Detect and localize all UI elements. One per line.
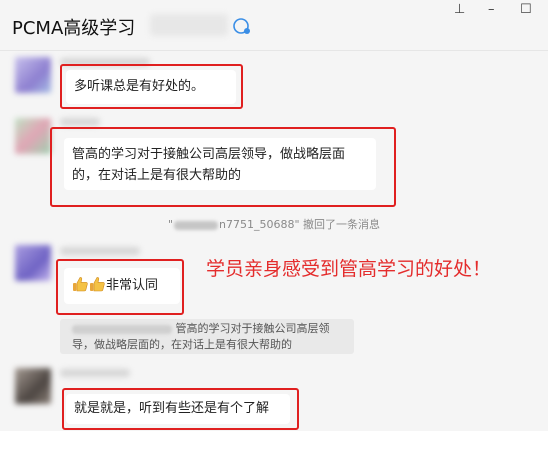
pin-window-icon[interactable]: ⊥ — [454, 2, 465, 18]
recall-user-id: n7751_50688" — [219, 218, 300, 231]
recall-notice: " n7751_50688" 撤回了一条消息 — [0, 216, 548, 232]
annotation-text: 学员亲身感受到管高学习的好处！ — [206, 258, 492, 280]
quote-sender-redaction — [72, 324, 172, 334]
quoted-message[interactable]: 管高的学习对于接触公司高层领导，做战略层面的，在对话上是有很大帮助的 — [60, 319, 354, 354]
maximize-window-icon[interactable]: ☐ — [520, 2, 532, 18]
chat-header: PCMA高级学习 ⊥ – ☐ — [0, 0, 548, 51]
sender-name-redaction — [60, 247, 140, 255]
recall-quote-mark: " — [167, 218, 174, 231]
highlight-box — [62, 388, 299, 430]
sender-name-redaction — [60, 369, 130, 377]
minimize-window-icon[interactable]: – — [488, 2, 495, 18]
highlight-box — [56, 259, 184, 315]
recall-name-redaction — [174, 220, 219, 230]
highlight-box — [60, 64, 243, 109]
highlight-box — [50, 127, 396, 207]
recall-action: 撤回了一条消息 — [303, 218, 381, 231]
avatar[interactable] — [15, 245, 51, 281]
chat-detail-icon[interactable] — [232, 17, 252, 35]
avatar[interactable] — [15, 57, 51, 93]
sender-name-redaction — [60, 118, 100, 126]
chat-window: PCMA高级学习 ⊥ – ☐ 多听课总是有好处的。 管高的学习对于接触公司高层领… — [0, 0, 548, 450]
chat-title: PCMA高级学习 — [12, 18, 136, 39]
avatar[interactable] — [15, 368, 51, 404]
title-redaction — [150, 14, 228, 36]
avatar[interactable] — [15, 118, 51, 154]
